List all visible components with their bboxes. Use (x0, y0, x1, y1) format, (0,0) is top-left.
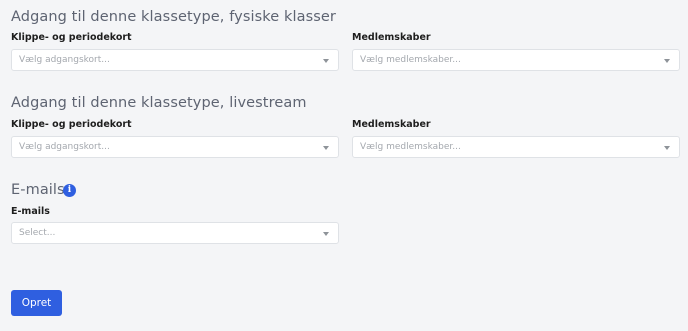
chevron-down-icon (323, 232, 329, 236)
label-emails: E-mails (11, 206, 50, 217)
select-punch-cards-livestream[interactable]: Vælg adgangskort... (11, 136, 339, 158)
select-placeholder: Vælg medlemskaber... (360, 55, 461, 65)
select-placeholder: Vælg medlemskaber... (360, 142, 461, 152)
select-placeholder: Vælg adgangskort... (19, 55, 110, 65)
label-punch-cards-physical: Klippe- og periodekort (11, 32, 132, 43)
label-punch-cards-livestream: Klippe- og periodekort (11, 119, 132, 130)
select-memberships-livestream[interactable]: Vælg medlemskaber... (352, 136, 680, 158)
select-emails[interactable]: Select... (11, 222, 339, 244)
label-memberships-physical: Medlemskaber (352, 32, 431, 43)
select-memberships-physical[interactable]: Vælg medlemskaber... (352, 49, 680, 71)
section-title-livestream: Adgang til denne klassetype, livestream (11, 95, 307, 111)
chevron-down-icon (323, 59, 329, 63)
select-placeholder: Select... (19, 228, 56, 238)
label-memberships-livestream: Medlemskaber (352, 119, 431, 130)
select-placeholder: Vælg adgangskort... (19, 142, 110, 152)
info-icon[interactable]: i (63, 184, 76, 197)
select-punch-cards-physical[interactable]: Vælg adgangskort... (11, 49, 339, 71)
create-button[interactable]: Opret (11, 290, 62, 316)
section-title-emails: E-mails (11, 182, 65, 198)
chevron-down-icon (323, 146, 329, 150)
section-title-physical: Adgang til denne klassetype, fysiske kla… (11, 9, 336, 25)
chevron-down-icon (664, 59, 670, 63)
chevron-down-icon (664, 146, 670, 150)
